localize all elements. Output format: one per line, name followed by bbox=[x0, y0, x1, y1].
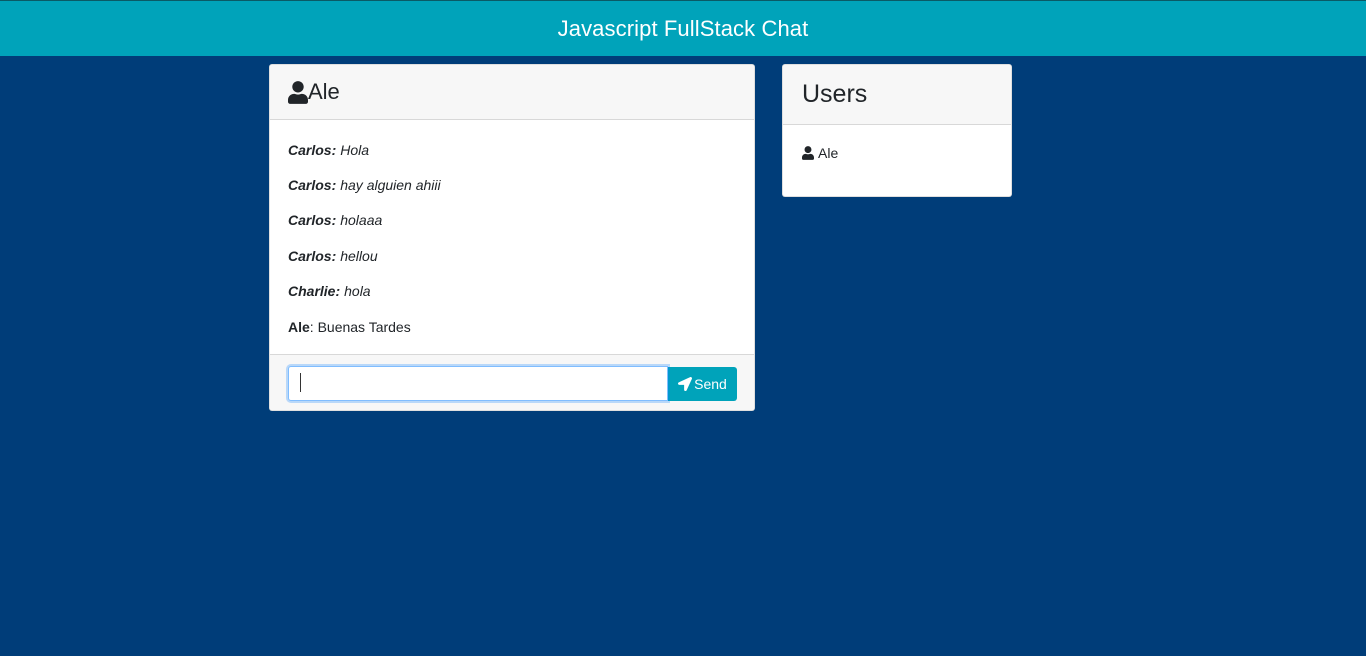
message-author: Charlie: bbox=[288, 283, 341, 300]
message-item: Carlos: holaaa bbox=[288, 203, 736, 238]
message-author: Carlos: bbox=[288, 141, 337, 158]
user-icon bbox=[802, 146, 818, 160]
send-button-label: Send bbox=[694, 375, 727, 392]
top-navbar: Javascript FullStack Chat bbox=[0, 0, 1366, 56]
message-text: holaaa bbox=[340, 212, 383, 229]
paper-plane-icon bbox=[678, 376, 694, 391]
users-panel: Users Ale bbox=[782, 64, 1012, 197]
message-item: Carlos: hay alguien ahiii bbox=[288, 167, 736, 202]
users-title: Users bbox=[802, 80, 868, 108]
message-input-wrapper bbox=[288, 366, 668, 401]
send-button[interactable]: Send bbox=[668, 366, 737, 401]
message-item: Carlos: Hola bbox=[288, 132, 736, 167]
message-text: : Buenas Tardes bbox=[309, 318, 411, 335]
message-list: Carlos: Hola Carlos: hay alguien ahiii C… bbox=[270, 120, 754, 354]
current-username: Ale bbox=[308, 79, 340, 104]
user-list: Ale bbox=[783, 125, 1011, 181]
message-author: Ale bbox=[288, 318, 310, 335]
message-item: Ale : Buenas Tardes bbox=[288, 309, 736, 344]
user-list-item: Ale bbox=[802, 145, 992, 161]
message-item: Carlos: hellou bbox=[288, 238, 736, 273]
message-input[interactable] bbox=[288, 366, 668, 401]
user-icon bbox=[288, 80, 308, 104]
message-text: hay alguien ahiii bbox=[340, 177, 441, 194]
message-author: Carlos: bbox=[288, 177, 337, 194]
user-name: Ale bbox=[818, 145, 839, 161]
message-text: hola bbox=[344, 283, 371, 300]
chat-panel: Ale Carlos: Hola Carlos: hay alguien ahi… bbox=[269, 64, 755, 411]
users-header: Users bbox=[783, 65, 1011, 125]
message-author: Carlos: bbox=[288, 247, 337, 264]
text-caret bbox=[300, 373, 301, 392]
message-author: Carlos: bbox=[288, 212, 337, 229]
message-item: Charlie: hola bbox=[288, 274, 736, 309]
message-text: hellou bbox=[340, 247, 378, 264]
app-title: Javascript FullStack Chat bbox=[557, 15, 809, 41]
chat-header: Ale bbox=[270, 65, 754, 120]
message-text: Hola bbox=[340, 141, 370, 158]
chat-footer: Send bbox=[270, 354, 754, 410]
